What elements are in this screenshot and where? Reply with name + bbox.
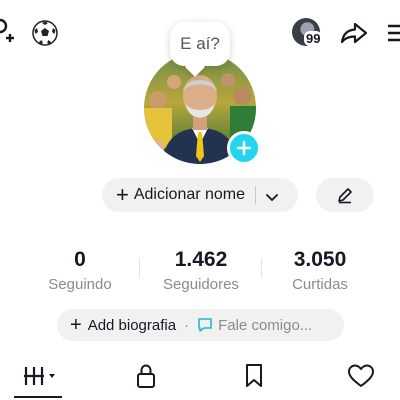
add-bio-label: Add biografia [87, 316, 177, 334]
bio-separator: · [184, 316, 190, 334]
status-bubble[interactable]: E aí? [170, 22, 230, 66]
tab-videos[interactable] [22, 362, 62, 390]
friends-count: 99 [304, 31, 323, 46]
heart-icon [348, 364, 374, 387]
stat-followers[interactable]: 1.462 Seguidores [146, 248, 256, 293]
add-name-label: Adicionar nome [133, 186, 246, 203]
add-user-icon[interactable] [0, 18, 16, 46]
videos-grid-icon [24, 367, 55, 385]
edit-profile-button[interactable] [316, 178, 374, 212]
pencil-icon [338, 188, 352, 204]
stat-divider [139, 258, 140, 278]
lock-icon [137, 364, 155, 388]
plus-icon [236, 140, 252, 156]
divider [255, 186, 257, 204]
add-name-button[interactable]: + Adicionar nome [102, 178, 298, 212]
bookmark-icon [246, 364, 262, 387]
bio-hint: Fale comigo... [218, 316, 313, 334]
chat-bubble-icon [197, 317, 213, 333]
plus-icon: + [70, 313, 82, 336]
share-icon[interactable] [340, 22, 368, 44]
menu-icon[interactable] [386, 22, 400, 44]
status-bubble-text: E aí? [180, 34, 220, 53]
stat-value: 3.050 [293, 248, 347, 271]
friends-button[interactable]: 99 [290, 18, 330, 48]
stat-label: Seguindo [48, 276, 112, 293]
tab-private[interactable] [131, 362, 161, 390]
stat-following[interactable]: 0 Seguindo [25, 248, 135, 293]
stat-label: Seguidores [163, 276, 239, 293]
stat-likes[interactable]: 3.050 Curtidas [265, 248, 375, 293]
stat-value: 1.462 [174, 248, 228, 271]
chevron-down-icon[interactable] [265, 190, 279, 202]
add-photo-button[interactable] [227, 131, 261, 165]
add-bio-button[interactable]: + Add biografia · Fale comigo... [57, 309, 344, 341]
tab-active-indicator [14, 396, 62, 398]
plus-icon: + [116, 182, 129, 207]
soccer-ball-icon[interactable] [32, 20, 58, 46]
stat-value: 0 [74, 248, 86, 271]
stat-label: Curtidas [292, 276, 348, 293]
stat-divider [261, 258, 262, 278]
tab-liked[interactable] [346, 362, 376, 390]
tab-saved[interactable] [239, 362, 269, 390]
